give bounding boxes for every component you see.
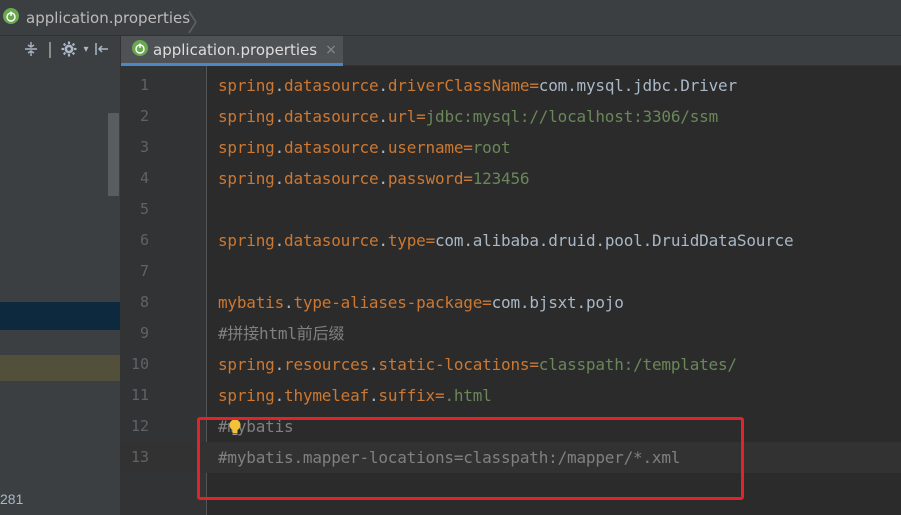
property-value: com.bjsxt.pojo <box>491 293 624 312</box>
line-number: 3 <box>139 138 149 156</box>
hide-panel-icon[interactable] <box>93 41 111 59</box>
tab-label: application.properties <box>153 40 318 59</box>
line-number: 2 <box>139 107 149 125</box>
collapse-icon[interactable] <box>22 41 40 59</box>
line-number: 11 <box>130 386 149 404</box>
code-line-9[interactable]: 9 #拼接html前后缀 <box>121 318 901 349</box>
project-tool-window: ▾ 281 <box>0 36 121 515</box>
line-number: 6 <box>139 231 149 249</box>
code-comment[interactable]: #拼接html前后缀 <box>218 318 344 349</box>
line-number: 1 <box>139 76 149 94</box>
line-number: 12 <box>130 417 149 435</box>
code-line-8[interactable]: 8 mybatis.type-aliases-package=com.bjsxt… <box>121 287 901 318</box>
code-text[interactable]: spring.datasource.type=com.alibaba.druid… <box>218 225 794 256</box>
code-text[interactable]: spring.resources.static-locations=classp… <box>218 349 737 380</box>
code-line-4[interactable]: 4 spring.datasource.password=123456 <box>121 163 901 194</box>
navigation-bar: application.properties 〉 <box>0 0 901 37</box>
code-text[interactable]: spring.datasource.driverClassName=com.my… <box>218 70 737 101</box>
property-key: spring.datasource.type <box>218 231 426 250</box>
line-number: 7 <box>139 262 149 280</box>
highlighted-tree-row[interactable] <box>0 355 120 381</box>
property-value: classpath:/templates/ <box>538 355 737 374</box>
tool-window-toolbar: ▾ <box>0 36 121 66</box>
spring-leaf-icon <box>131 39 149 61</box>
close-icon[interactable]: × <box>325 42 337 58</box>
property-key: spring.datasource.username <box>218 138 464 157</box>
code-line-7[interactable]: 7 <box>121 256 901 287</box>
property-key: spring.thymeleaf.suffix <box>218 386 435 405</box>
line-number: 10 <box>130 355 149 373</box>
editor-tab-bar: application.properties × <box>121 36 901 66</box>
code-text[interactable]: spring.datasource.password=123456 <box>218 163 530 194</box>
toolbar-divider <box>49 42 51 58</box>
code-line-11[interactable]: 11 spring.thymeleaf.suffix=.html <box>121 380 901 411</box>
code-line-2[interactable]: 2 spring.datasource.url=jdbc:mysql://loc… <box>121 101 901 132</box>
line-number: 9 <box>139 324 149 342</box>
property-value: 123456 <box>472 169 530 188</box>
line-number: 8 <box>139 293 149 311</box>
code-line-3[interactable]: 3 spring.datasource.username=root <box>121 132 901 163</box>
property-value: jdbc:mysql://localhost:3306/ssm <box>425 107 719 126</box>
property-value: root <box>472 138 511 157</box>
property-key: mybatis.type-aliases-package <box>218 293 483 312</box>
line-number: 13 <box>130 448 149 466</box>
code-text[interactable]: spring.thymeleaf.suffix=.html <box>218 380 492 411</box>
property-key: spring.datasource.url <box>218 107 417 126</box>
code-text[interactable]: spring.datasource.url=jdbc:mysql://local… <box>218 101 718 132</box>
code-text[interactable]: mybatis.type-aliases-package=com.bjsxt.p… <box>218 287 624 318</box>
panel-scrollbar[interactable] <box>108 113 119 196</box>
breadcrumb-file[interactable]: application.properties <box>26 9 190 27</box>
spring-leaf-icon <box>2 7 20 29</box>
property-key: spring.datasource.password <box>218 169 464 188</box>
property-key: spring.resources.static-locations <box>218 355 530 374</box>
highlight-annotation-box <box>197 417 744 500</box>
selected-tree-row[interactable] <box>0 302 120 330</box>
code-line-1[interactable]: 1 spring.datasource.driverClassName=com.… <box>121 70 901 101</box>
breadcrumb-separator: 〉 <box>187 9 211 37</box>
property-key: spring.datasource.driverClassName <box>218 76 530 95</box>
line-number: 4 <box>139 169 149 187</box>
status-count: 281 <box>0 491 24 507</box>
breadcrumb[interactable]: application.properties 〉 <box>2 7 211 37</box>
code-line-10[interactable]: 10 spring.resources.static-locations=cla… <box>121 349 901 380</box>
line-number: 5 <box>139 200 149 218</box>
tab-application-properties[interactable]: application.properties × <box>121 36 343 66</box>
gear-icon[interactable] <box>60 41 78 59</box>
code-line-6[interactable]: 6 spring.datasource.type=com.alibaba.dru… <box>121 225 901 256</box>
property-value: .html <box>444 386 492 405</box>
property-value: com.mysql.jdbc.Driver <box>538 76 737 95</box>
code-line-5[interactable]: 5 <box>121 194 901 225</box>
code-text[interactable]: spring.datasource.username=root <box>218 132 511 163</box>
property-value: com.alibaba.druid.pool.DruidDataSource <box>435 231 794 250</box>
